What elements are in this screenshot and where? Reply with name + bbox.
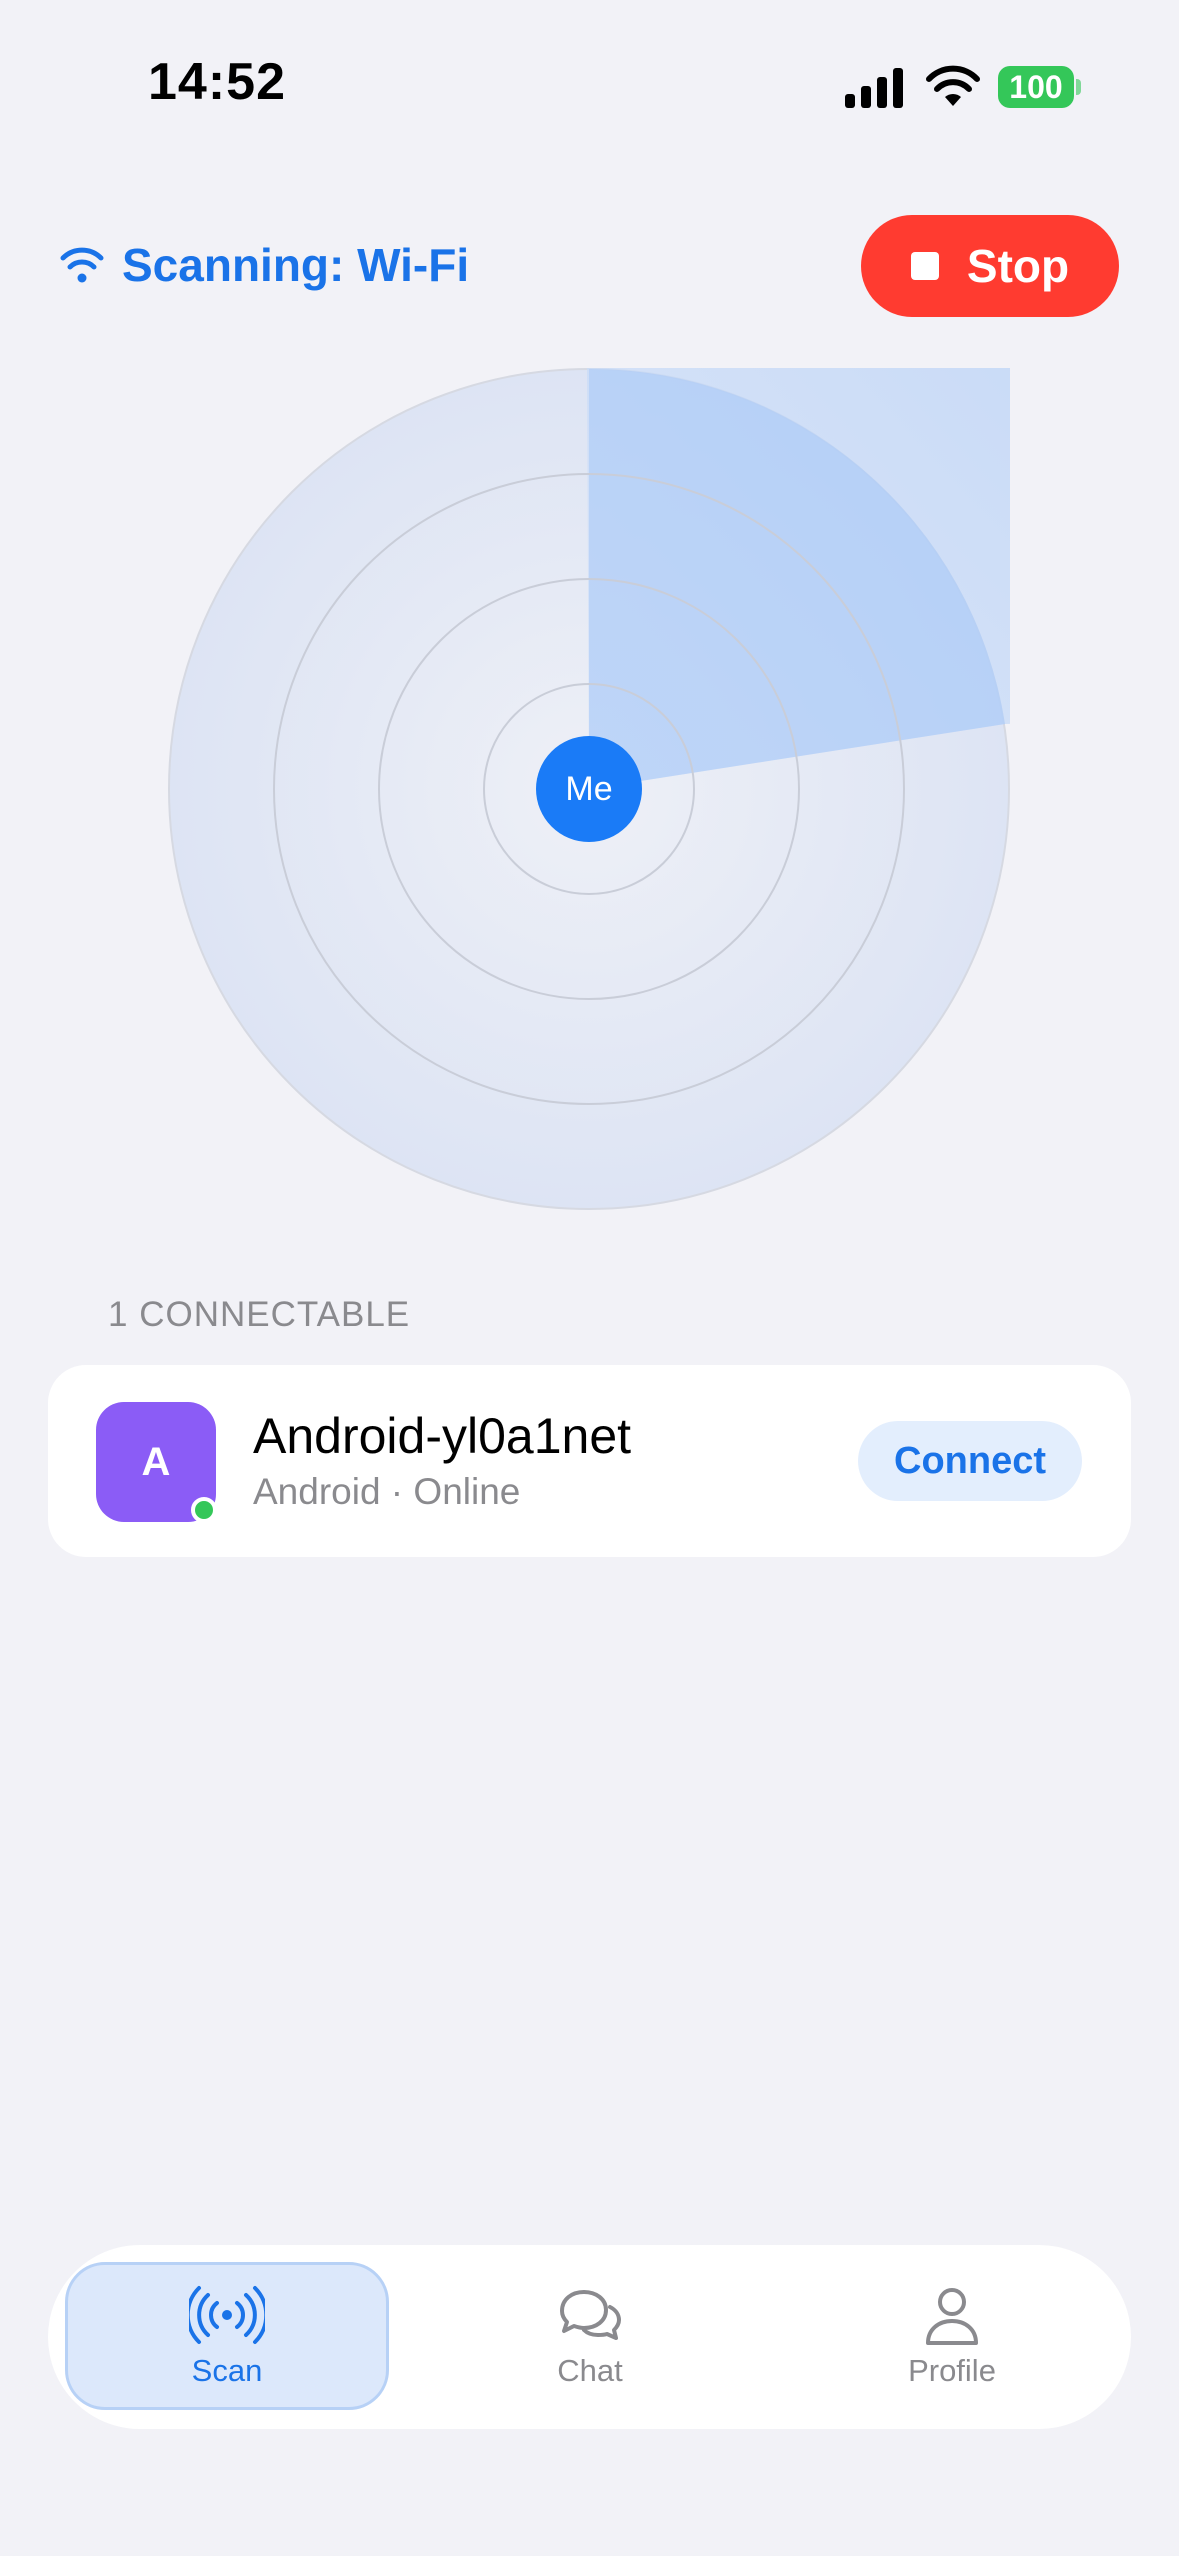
tab-profile-label: Profile [908, 2353, 996, 2388]
battery-level: 100 [998, 66, 1074, 108]
stop-button[interactable]: Stop [861, 215, 1119, 317]
person-icon [926, 2288, 978, 2345]
radio-waves-icon [189, 2286, 265, 2344]
tab-scan[interactable]: Scan [65, 2262, 389, 2410]
wifi-icon [926, 65, 980, 106]
device-card[interactable]: A Android-yl0a1net Android · Online Conn… [48, 1365, 1131, 1557]
tab-chat-label: Chat [557, 2353, 623, 2388]
connectable-section-header: 1 CONNECTABLE [108, 1295, 411, 1334]
tab-scan-label: Scan [191, 2353, 263, 2388]
online-status-dot [191, 1497, 217, 1523]
status-time: 14:52 [148, 53, 286, 111]
tab-bar: Scan Chat Profile [48, 2245, 1131, 2429]
signal-icon [845, 68, 903, 108]
chat-bubbles-icon [560, 2290, 621, 2340]
connect-button[interactable]: Connect [858, 1421, 1082, 1501]
battery-tip [1076, 79, 1081, 95]
scan-screen: 14:52 100 Scanning: Wi-Fi Stop Me 1 CONN… [0, 0, 1179, 2556]
scan-status-label: Scanning: Wi-Fi [122, 239, 470, 291]
scan-status: Scanning: Wi-Fi [60, 235, 469, 295]
tab-profile[interactable]: Profile [790, 2262, 1114, 2410]
device-name: Android-yl0a1net [253, 1408, 632, 1464]
wifi-icon [60, 247, 104, 283]
stop-square-icon [910, 252, 939, 280]
battery-icon: 100 [998, 66, 1081, 108]
tab-chat[interactable]: Chat [428, 2262, 752, 2410]
stop-button-label: Stop [966, 240, 1070, 292]
device-subtitle: Android · Online [253, 1471, 521, 1512]
me-node: Me [536, 736, 642, 842]
